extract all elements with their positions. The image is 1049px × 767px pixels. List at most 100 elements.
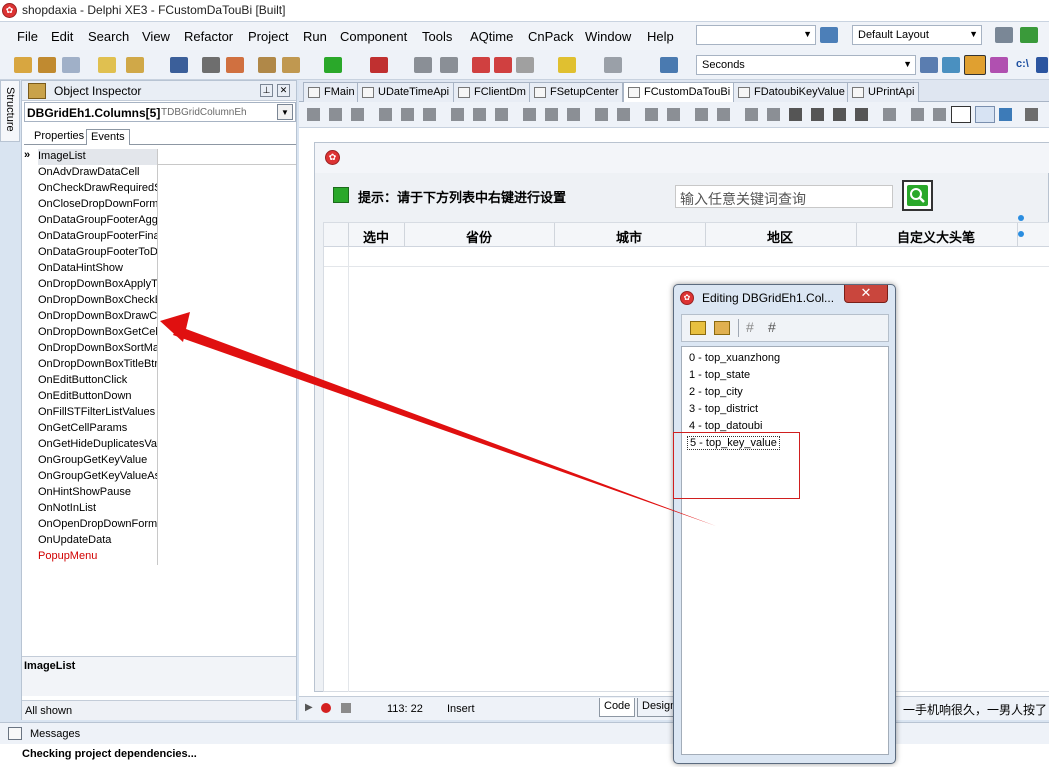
close-file-icon[interactable] [226,57,244,73]
column-header-xuanzhong[interactable]: 选中 [348,227,404,246]
event-row[interactable]: OnOpenDropDownForm [38,517,158,533]
pause-icon[interactable] [414,57,432,73]
align-panel-icon[interactable] [833,108,846,121]
menu-tools[interactable]: Tools [422,29,452,44]
remove-from-project-icon[interactable] [282,57,300,73]
event-row[interactable]: OnDataGroupFooterAgg [38,213,158,229]
messages-title[interactable]: Messages [30,728,80,740]
save-all-icon[interactable] [202,57,220,73]
cnpack-icon[interactable] [942,57,960,73]
stop-macro-icon[interactable] [341,703,351,713]
creation-order-icon[interactable] [717,108,730,121]
event-row[interactable]: OnFillSTFilterListValues [38,405,158,421]
tab-properties[interactable]: Properties [30,129,88,145]
list-item[interactable]: 0 - top_xuanzhong [689,352,780,364]
event-row[interactable]: OnAdvDrawDataCell [38,165,158,181]
component-tree-icon[interactable] [999,108,1012,121]
make-same-size-icon[interactable] [567,108,580,121]
grid-toggle-icon[interactable] [975,106,995,123]
move-down-icon[interactable]: # [768,320,782,335]
event-row[interactable]: OnGetCellParams [38,421,158,437]
record-macro-icon[interactable] [321,703,331,713]
column-header-state[interactable]: 省份 [404,227,554,246]
align-middle-icon[interactable] [401,108,414,121]
close-button[interactable]: ✕ [844,285,888,303]
desktop-settings-icon[interactable] [995,27,1013,43]
trace-into-icon[interactable] [472,57,490,73]
menu-edit[interactable]: Edit [51,29,73,44]
event-row[interactable]: OnGroupGetKeyValueAs [38,469,158,485]
help-contents-icon[interactable] [660,57,678,73]
bring-to-front-icon[interactable] [745,108,758,121]
event-row[interactable]: OnDropDownBoxApplyTe [38,277,158,293]
align-top-icon[interactable] [379,108,392,121]
space-horizontal-icon[interactable] [451,108,464,121]
align-center-icon[interactable] [329,108,342,121]
pin-icon[interactable]: ⊥ [260,84,273,97]
align-left-icon[interactable] [307,108,320,121]
open-file-icon[interactable] [126,57,144,73]
column-list[interactable]: 0 - top_xuanzhong 1 - top_state 2 - top_… [681,346,889,755]
stop-icon[interactable] [440,57,458,73]
close-icon[interactable]: ✕ [277,84,290,97]
list-item[interactable]: 1 - top_state [689,369,750,381]
send-to-back-icon[interactable] [767,108,780,121]
snap-icon[interactable] [933,108,946,121]
event-row[interactable]: OnEditButtonDown [38,389,158,405]
menu-file[interactable]: File [17,29,38,44]
anchor-icon[interactable] [855,108,868,121]
align-right-icon[interactable] [351,108,364,121]
event-row[interactable]: OnDropDownBoxDrawCo [38,309,158,325]
make-same-width-icon[interactable] [523,108,536,121]
event-row[interactable]: OnDataHintShow [38,261,158,277]
forward-icon[interactable] [604,57,622,73]
align-bottom-icon[interactable] [423,108,436,121]
event-row[interactable]: ImageList [38,149,158,165]
drive-label[interactable]: c:\ [1016,58,1029,70]
space-vertical-icon[interactable] [473,108,486,121]
event-row[interactable]: OnDropDownBoxTitleBtn [38,357,158,373]
tab-fcustomdatoubi[interactable]: FCustomDaTouBi [623,82,736,102]
tab-fdatoubikeyvalue[interactable]: FDatoubiKeyValue [733,82,850,102]
menu-search[interactable]: Search [88,29,129,44]
selection-handle-icon[interactable] [1018,215,1024,221]
event-row[interactable]: OnDropDownBoxGetCellI [38,325,158,341]
grid-divider[interactable] [157,149,158,565]
search-button[interactable] [902,180,933,211]
column-header-district[interactable]: 地区 [705,227,855,246]
chevron-down-icon[interactable]: ▼ [277,104,293,120]
menu-help[interactable]: Help [647,29,674,44]
message-line[interactable]: Checking project dependencies... [22,748,197,760]
event-row[interactable]: OnGetHideDuplicatesValu [38,437,158,453]
back-icon[interactable] [558,57,576,73]
event-row[interactable]: OnEditButtonClick [38,373,158,389]
event-row[interactable]: OnUpdateData [38,533,158,549]
menu-run[interactable]: Run [303,29,327,44]
column-header-city[interactable]: 城市 [554,227,704,246]
event-row[interactable]: OnNotInList [38,501,158,517]
style-icon[interactable] [990,57,1008,73]
property-editor-icon[interactable] [883,108,896,121]
play-macro-icon[interactable]: ▶ [305,702,313,713]
center-horizontally-icon[interactable] [595,108,608,121]
more-align-icon[interactable] [1025,108,1038,121]
event-row[interactable]: OnHintShowPause [38,485,158,501]
delete-icon[interactable] [714,321,730,335]
new-file-icon[interactable] [98,57,116,73]
tab-code[interactable]: Code [599,698,636,717]
list-item[interactable]: 4 - top_datoubi [689,420,762,432]
move-up-icon[interactable]: # [746,320,760,335]
imagelist-value-field[interactable] [157,149,296,165]
tab-uprintapi[interactable]: UPrintApi [847,82,920,102]
menu-view[interactable]: View [142,29,170,44]
increase-space-icon[interactable] [495,108,508,121]
set-debug-desktop-icon[interactable] [1020,27,1038,43]
event-row[interactable]: OnDropDownBoxCheckB [38,293,158,309]
new-items-icon[interactable] [14,57,32,73]
open-project-icon[interactable] [62,57,80,73]
run-icon[interactable] [324,57,342,73]
object-selector[interactable]: DBGridEh1.Columns[5] TDBGridColumnEh ▼ [24,102,296,122]
grid-empty-row[interactable] [324,247,1049,267]
add-to-project-icon[interactable] [258,57,276,73]
list-item[interactable]: 3 - top_district [689,403,758,415]
